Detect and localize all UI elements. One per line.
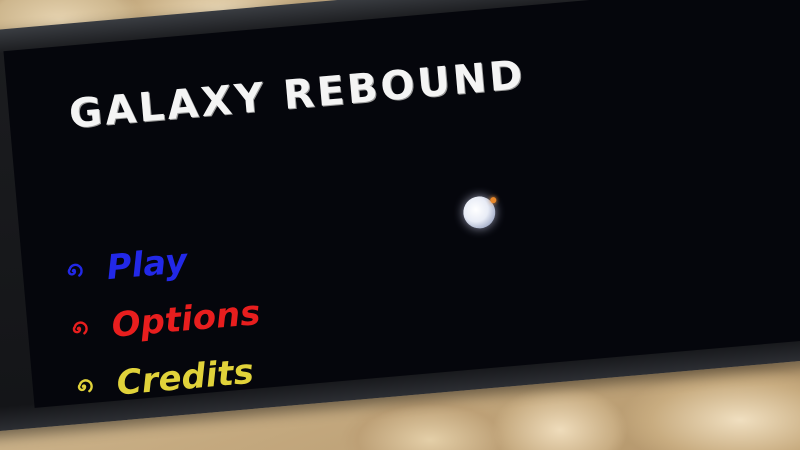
phone-device: GALAXY REBOUND Play Options Credits <box>0 0 800 439</box>
game-screen[interactable]: GALAXY REBOUND Play Options Credits <box>3 0 800 408</box>
yellow-swirl-icon <box>77 379 93 393</box>
blue-swirl-icon <box>67 263 83 277</box>
game-title: GALAXY REBOUND <box>67 51 528 138</box>
main-menu: Play Options Credits <box>60 226 267 408</box>
red-swirl-icon <box>72 321 88 335</box>
ball-spark <box>490 196 497 204</box>
menu-label-credits: Credits <box>115 351 256 404</box>
photo-background: GALAXY REBOUND Play Options Credits <box>0 0 800 450</box>
menu-label-play: Play <box>105 241 189 289</box>
menu-label-options: Options <box>110 292 262 346</box>
